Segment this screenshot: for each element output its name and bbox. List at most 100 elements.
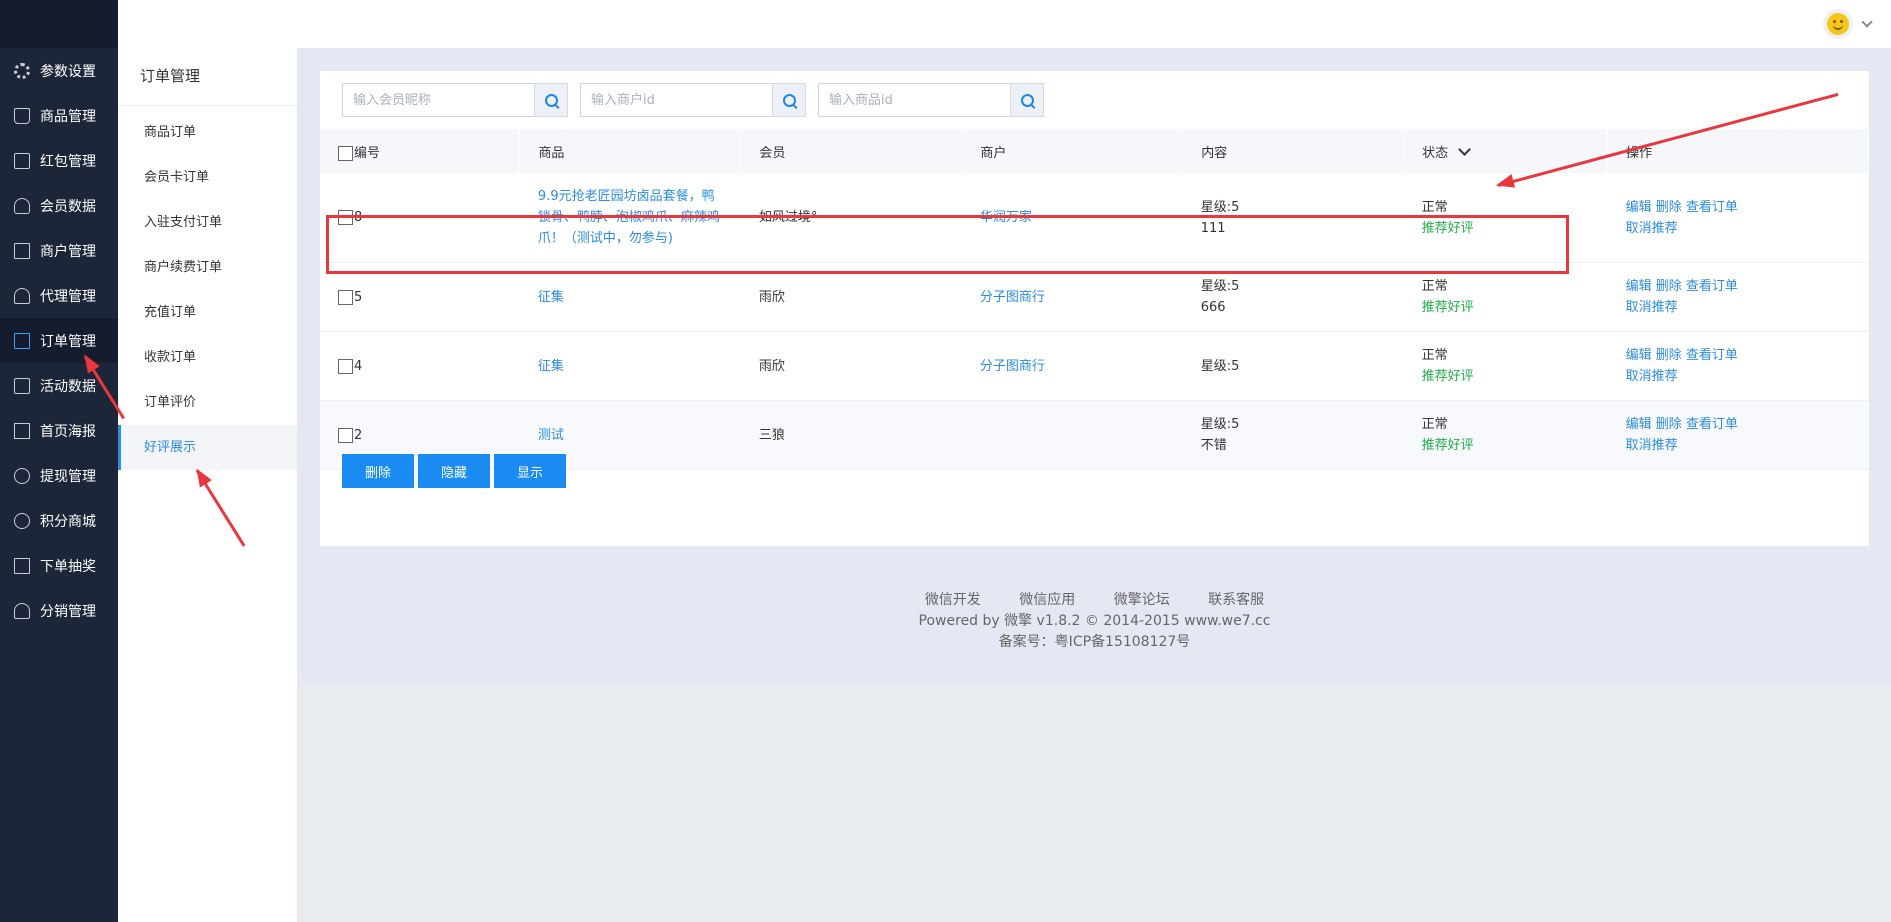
goods-id-input[interactable] (818, 83, 1010, 117)
goods-link[interactable]: 9.9元抢老匠园坊卤品套餐，鸭锁骨、鸭脖、泡椒鸡爪、麻辣鸡爪！（测试中，勿参与) (538, 186, 723, 249)
view-order-link[interactable]: 查看订单 (1686, 200, 1738, 215)
smiley-avatar-icon (1827, 13, 1849, 35)
sidebar-item-poster[interactable]: 首页海报 (0, 408, 118, 453)
chevron-down-icon[interactable] (1458, 142, 1472, 156)
sidebar-item-withdraw[interactable]: 提现管理 (0, 453, 118, 498)
delete-link[interactable]: 删除 (1656, 279, 1682, 294)
member-search-button[interactable] (534, 83, 568, 117)
sidebar-item-members[interactable]: 会员数据 (0, 183, 118, 228)
goods-link[interactable]: 征集 (538, 359, 564, 374)
sub-sidebar-title: 订单管理 (118, 48, 297, 106)
sidebar-item-label: 代理管理 (40, 288, 96, 305)
goods-link[interactable]: 测试 (538, 428, 564, 443)
table-row: 5 征集 雨欣 分子图商行 星级:5 666 正常 推荐好评 编辑 删除 查看订单取… (320, 262, 1869, 332)
row-checkbox[interactable] (338, 427, 353, 443)
merchant-link[interactable]: 分子图商行 (980, 290, 1045, 305)
sidebar-item-activity[interactable]: 活动数据 (0, 363, 118, 408)
delete-link[interactable]: 删除 (1656, 348, 1682, 363)
cancel-recommend-link[interactable]: 取消推荐 (1626, 369, 1678, 384)
delete-link[interactable]: 删除 (1656, 417, 1682, 432)
bulk-delete-button[interactable]: 删除 (342, 454, 414, 488)
points-icon (14, 512, 30, 529)
header-merchant: 商户 (961, 129, 1184, 173)
sub-item-collection-orders[interactable]: 收款订单 (118, 335, 297, 380)
row-id: 5 (354, 289, 363, 305)
chevron-down-icon[interactable] (1861, 16, 1873, 28)
header-status[interactable]: 状态 (1403, 129, 1609, 173)
cancel-recommend-link[interactable]: 取消推荐 (1626, 300, 1678, 315)
sub-item-renewal-orders[interactable]: 商户续费订单 (118, 245, 297, 290)
goods-link[interactable]: 征集 (538, 290, 564, 305)
goods-search-group (818, 83, 1044, 117)
header-id: 编号 (320, 129, 521, 173)
distribution-icon (14, 602, 30, 619)
sidebar-item-label: 红包管理 (40, 153, 96, 170)
bulk-hide-button[interactable]: 隐藏 (418, 454, 490, 488)
sidebar-item-settings[interactable]: 参数设置 (0, 48, 118, 93)
recommend-badge: 推荐好评 (1421, 369, 1474, 384)
sub-sidebar: 订单管理 商品订单 会员卡订单 入驻支付订单 商户续费订单 充值订单 收款订单 … (118, 48, 298, 922)
sub-item-recharge-orders[interactable]: 充值订单 (118, 290, 297, 335)
footer-link-support[interactable]: 联系客服 (1208, 592, 1264, 608)
poster-icon (14, 422, 30, 439)
gear-icon (14, 62, 30, 79)
sub-item-membercard-orders[interactable]: 会员卡订单 (118, 155, 297, 200)
top-bar (0, 0, 1891, 48)
merchant-link[interactable]: 华润万家 (980, 210, 1032, 225)
footer-link-wechat-apps[interactable]: 微信应用 (1019, 592, 1075, 608)
bulk-show-button[interactable]: 显示 (494, 454, 566, 488)
view-order-link[interactable]: 查看订单 (1686, 348, 1738, 363)
header-goods: 商品 (519, 129, 742, 173)
sidebar-item-lottery[interactable]: 下单抽奖 (0, 543, 118, 588)
sidebar-item-label: 商品管理 (40, 108, 96, 125)
status-text: 正常 (1421, 417, 1448, 432)
sub-item-entry-payment-orders[interactable]: 入驻支付订单 (118, 200, 297, 245)
row-checkbox[interactable] (338, 289, 353, 305)
comment: 不错 (1200, 438, 1227, 453)
footer-link-wechat-dev[interactable]: 微信开发 (925, 592, 981, 608)
user-icon (14, 197, 30, 214)
sidebar-item-label: 订单管理 (40, 333, 96, 350)
delete-link[interactable]: 删除 (1656, 200, 1682, 215)
cancel-recommend-link[interactable]: 取消推荐 (1626, 438, 1678, 453)
sidebar-item-orders[interactable]: 订单管理 (0, 318, 118, 363)
sub-item-order-reviews[interactable]: 订单评价 (118, 380, 297, 425)
agent-icon (14, 287, 30, 304)
footer-links: 微信开发 微信应用 微擎论坛 联系客服 (298, 590, 1891, 611)
sidebar-item-distribution[interactable]: 分销管理 (0, 588, 118, 633)
select-all-checkbox[interactable] (338, 145, 353, 161)
sidebar-item-red-packet[interactable]: 红包管理 (0, 138, 118, 183)
edit-link[interactable]: 编辑 (1626, 200, 1652, 215)
user-menu[interactable] (1823, 8, 1873, 40)
sidebar-item-points-mall[interactable]: 积分商城 (0, 498, 118, 543)
row-id: 8 (354, 210, 363, 225)
sidebar-item-agents[interactable]: 代理管理 (0, 273, 118, 318)
avatar[interactable] (1823, 9, 1853, 39)
goods-search-button[interactable] (1010, 83, 1044, 117)
status-text: 正常 (1421, 348, 1448, 363)
merchant-link[interactable]: 分子图商行 (980, 359, 1045, 374)
footer-link-forum[interactable]: 微擎论坛 (1114, 592, 1170, 608)
sub-item-goods-orders[interactable]: 商品订单 (118, 110, 297, 155)
shop-icon (14, 242, 30, 259)
cancel-recommend-link[interactable]: 取消推荐 (1626, 221, 1678, 236)
merchant-search-button[interactable] (772, 83, 806, 117)
member-nickname-input[interactable] (342, 83, 534, 117)
edit-link[interactable]: 编辑 (1626, 348, 1652, 363)
member-name: 雨欣 (740, 262, 962, 332)
row-checkbox[interactable] (338, 210, 353, 225)
view-order-link[interactable]: 查看订单 (1686, 279, 1738, 294)
header-member: 会员 (740, 129, 963, 173)
sub-item-good-reviews[interactable]: 好评展示 (118, 425, 297, 470)
edit-link[interactable]: 编辑 (1626, 279, 1652, 294)
sidebar-item-merchants[interactable]: 商户管理 (0, 228, 118, 273)
table-row: 4 征集 雨欣 分子图商行 星级:5 正常 推荐好评 编辑 删除 查看订单 取消推荐 (320, 331, 1869, 401)
view-order-link[interactable]: 查看订单 (1686, 417, 1738, 432)
activity-icon (14, 377, 30, 394)
merchant-id-input[interactable] (580, 83, 772, 117)
comment: 666 (1200, 300, 1226, 315)
edit-link[interactable]: 编辑 (1626, 417, 1652, 432)
content-panel: 编号 商品 会员 商户 内容 状态 操作 8 9.9元抢老匠园坊卤品套餐，鸭锁骨… (320, 71, 1869, 546)
row-checkbox[interactable] (338, 358, 353, 374)
sidebar-item-goods[interactable]: 商品管理 (0, 93, 118, 138)
